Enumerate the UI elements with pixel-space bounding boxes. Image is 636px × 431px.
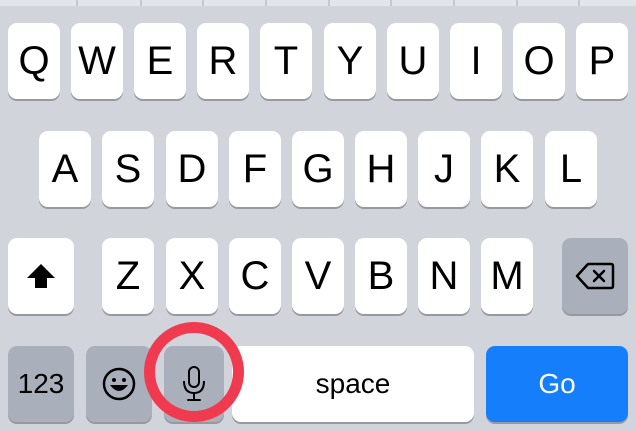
key-l[interactable]: L bbox=[545, 131, 597, 207]
key-label: M bbox=[490, 254, 524, 298]
space-key-label: space bbox=[315, 368, 391, 399]
key-label: I bbox=[470, 39, 482, 83]
go-button[interactable]: Go bbox=[486, 346, 628, 422]
key-label: Y bbox=[336, 39, 364, 83]
key-c[interactable]: C bbox=[229, 238, 281, 314]
backspace-key[interactable] bbox=[562, 238, 628, 314]
emoji-smiley-icon bbox=[101, 366, 137, 402]
shift-arrow-icon bbox=[26, 263, 56, 289]
go-button-label: Go bbox=[538, 368, 576, 399]
key-i[interactable]: I bbox=[450, 23, 502, 99]
key-a[interactable]: A bbox=[39, 131, 91, 207]
microphone-key[interactable] bbox=[164, 346, 224, 422]
key-y[interactable]: Y bbox=[324, 23, 376, 99]
key-t[interactable]: T bbox=[260, 23, 312, 99]
key-v[interactable]: V bbox=[292, 238, 344, 314]
backspace-icon bbox=[575, 262, 615, 290]
key-p[interactable]: P bbox=[576, 23, 628, 99]
key-label: E bbox=[146, 39, 174, 83]
emoji-key[interactable] bbox=[86, 346, 152, 422]
key-f[interactable]: F bbox=[229, 131, 281, 207]
key-b[interactable]: B bbox=[355, 238, 407, 314]
key-label: P bbox=[588, 39, 616, 83]
key-label: N bbox=[429, 254, 459, 298]
numbers-key-label: 123 bbox=[17, 368, 65, 399]
microphone-icon bbox=[181, 365, 207, 403]
key-j[interactable]: J bbox=[418, 131, 470, 207]
key-k[interactable]: K bbox=[481, 131, 533, 207]
key-label: J bbox=[434, 147, 454, 191]
key-label: Q bbox=[18, 39, 50, 83]
key-label: R bbox=[208, 39, 238, 83]
key-r[interactable]: R bbox=[197, 23, 249, 99]
key-label: W bbox=[78, 39, 116, 83]
key-label: X bbox=[178, 254, 206, 298]
key-label: G bbox=[302, 147, 334, 191]
key-n[interactable]: N bbox=[418, 238, 470, 314]
key-d[interactable]: D bbox=[166, 131, 218, 207]
key-label: C bbox=[240, 254, 270, 298]
key-x[interactable]: X bbox=[166, 238, 218, 314]
key-label: S bbox=[114, 147, 142, 191]
key-label: T bbox=[273, 39, 299, 83]
key-label: F bbox=[242, 147, 268, 191]
key-label: L bbox=[559, 147, 583, 191]
key-w[interactable]: W bbox=[71, 23, 123, 99]
key-label: D bbox=[177, 147, 207, 191]
key-label: O bbox=[523, 39, 555, 83]
key-label: U bbox=[398, 39, 428, 83]
key-s[interactable]: S bbox=[102, 131, 154, 207]
key-label: Z bbox=[115, 254, 141, 298]
space-key[interactable]: space bbox=[232, 346, 474, 422]
numbers-key[interactable]: 123 bbox=[8, 346, 74, 422]
key-label: A bbox=[51, 147, 79, 191]
key-e[interactable]: E bbox=[134, 23, 186, 99]
key-z[interactable]: Z bbox=[102, 238, 154, 314]
key-label: H bbox=[366, 147, 396, 191]
key-h[interactable]: H bbox=[355, 131, 407, 207]
shift-key[interactable] bbox=[8, 238, 74, 314]
key-label: B bbox=[367, 254, 395, 298]
key-label: K bbox=[493, 147, 521, 191]
key-q[interactable]: Q bbox=[8, 23, 60, 99]
key-u[interactable]: U bbox=[387, 23, 439, 99]
key-g[interactable]: G bbox=[292, 131, 344, 207]
key-m[interactable]: M bbox=[481, 238, 533, 314]
key-o[interactable]: O bbox=[513, 23, 565, 99]
top-separator bbox=[0, 0, 636, 6]
key-label: V bbox=[304, 254, 332, 298]
